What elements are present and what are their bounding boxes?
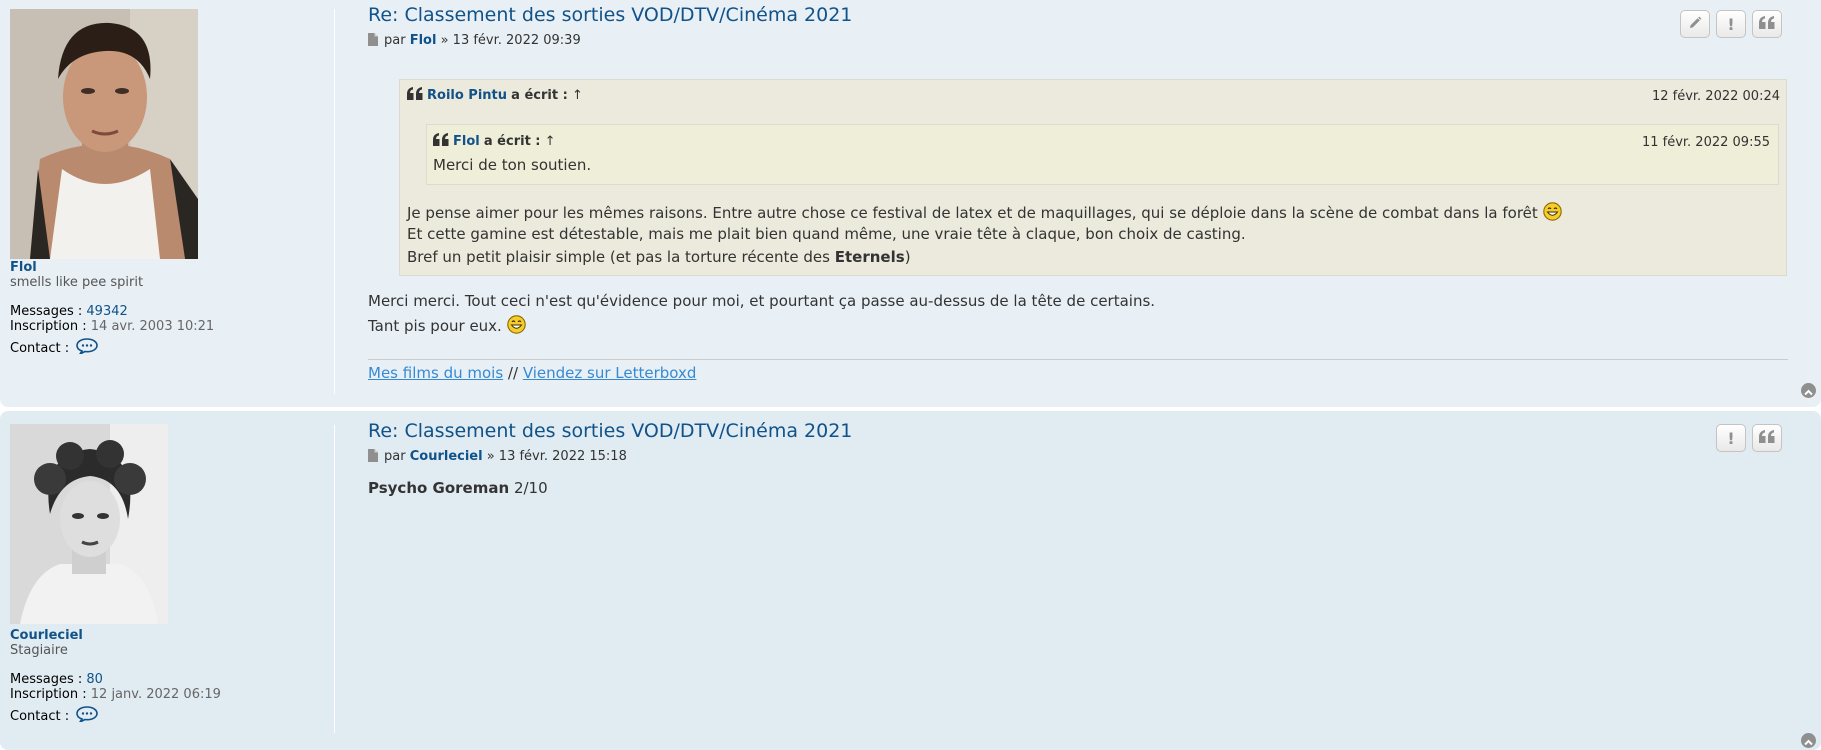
messages-link[interactable]: 49342	[86, 304, 127, 319]
exclamation-icon: !	[1727, 428, 1735, 448]
exclamation-icon: !	[1727, 14, 1735, 34]
nested-quote-author-link[interactable]: Flol	[453, 134, 480, 149]
nested-quote-source-link[interactable]: ↑	[545, 134, 556, 149]
quote-block: Roilo Pintu a écrit : ↑ 12 févr. 2022 00…	[399, 79, 1787, 276]
post-meta: par Flol » 13 févr. 2022 09:39	[368, 33, 581, 50]
post-profile: Courleciel Stagiaire Messages : 80 Inscr…	[10, 628, 300, 728]
quote-source-link[interactable]: ↑	[572, 88, 583, 103]
signature-divider	[368, 359, 1788, 360]
signature-link-films[interactable]: Mes films du mois	[368, 364, 503, 382]
laughing-smiley-icon	[506, 315, 526, 338]
post-flol: Flol smells like pee spirit Messages : 4…	[0, 0, 1821, 407]
quote-button[interactable]	[1752, 424, 1782, 452]
author-rank: Stagiaire	[10, 643, 68, 658]
signature-link-letterboxd[interactable]: Viendez sur Letterboxd	[523, 364, 697, 382]
chevron-up-icon	[1804, 382, 1813, 400]
pencil-icon	[1688, 15, 1702, 34]
column-divider	[334, 9, 335, 394]
quote-line-3: Bref un petit plaisir simple (et pas la …	[407, 248, 911, 266]
quote-header: Roilo Pintu a écrit : ↑	[407, 87, 583, 105]
back-to-top-button[interactable]	[1801, 733, 1816, 748]
meta-author-link[interactable]: Flol	[410, 33, 437, 48]
avatar[interactable]	[10, 9, 198, 259]
chat-bubble-icon[interactable]	[76, 338, 99, 359]
report-button[interactable]: !	[1716, 10, 1746, 38]
back-to-top-button[interactable]	[1801, 383, 1816, 398]
post-body-line-2: Tant pis pour eux.	[368, 315, 526, 338]
laughing-smiley-icon	[1542, 202, 1562, 225]
nested-quote-text: Merci de ton soutien.	[433, 156, 592, 174]
quote-icon	[433, 133, 449, 151]
post-title[interactable]: Re: Classement des sorties VOD/DTV/Ciném…	[368, 420, 852, 442]
nested-quote-date: 11 févr. 2022 09:55	[1641, 135, 1770, 150]
post-title[interactable]: Re: Classement des sorties VOD/DTV/Ciném…	[368, 4, 852, 26]
nested-quote-block: Flol a écrit : ↑ 11 févr. 2022 09:55 Mer…	[426, 124, 1779, 185]
messages-count: Messages : 49342	[10, 304, 128, 319]
avatar[interactable]	[10, 424, 168, 624]
meta-author-link[interactable]: Courleciel	[410, 449, 483, 464]
quote-date: 12 févr. 2022 00:24	[1651, 89, 1780, 104]
post-profile: Flol smells like pee spirit Messages : 4…	[10, 260, 300, 360]
contact-row: Contact :	[10, 338, 99, 359]
signature: Mes films du mois // Viendez sur Letterb…	[368, 364, 697, 382]
messages-count: Messages : 80	[10, 672, 103, 687]
messages-link[interactable]: 80	[86, 672, 103, 687]
file-icon[interactable]	[368, 33, 378, 50]
quote-icon	[407, 87, 423, 105]
file-icon[interactable]	[368, 449, 378, 466]
quote-author-link[interactable]: Roilo Pintu	[427, 88, 507, 103]
quote-button[interactable]	[1752, 10, 1782, 38]
author-name[interactable]: Flol	[10, 260, 37, 276]
edit-button[interactable]	[1680, 10, 1710, 38]
post-body-line-1: Merci merci. Tout ceci n'est qu'évidence…	[368, 292, 1156, 310]
contact-row: Contact :	[10, 706, 99, 727]
quote-line-1: Je pense aimer pour les mêmes raisons. E…	[407, 202, 1562, 225]
quote-icon	[1759, 429, 1775, 448]
join-date: Inscription : 12 janv. 2022 06:19	[10, 687, 221, 702]
post-meta: par Courleciel » 13 févr. 2022 15:18	[368, 449, 627, 466]
column-divider	[334, 425, 335, 733]
post-courleciel: Courleciel Stagiaire Messages : 80 Inscr…	[0, 411, 1821, 750]
quote-line-2: Et cette gamine est détestable, mais me …	[407, 225, 1246, 243]
report-button[interactable]: !	[1716, 424, 1746, 452]
author-rank: smells like pee spirit	[10, 275, 144, 290]
chat-bubble-icon[interactable]	[76, 706, 99, 727]
nested-quote-header: Flol a écrit : ↑	[433, 133, 556, 151]
quote-icon	[1759, 15, 1775, 34]
chevron-up-icon	[1804, 732, 1813, 750]
author-name[interactable]: Courleciel	[10, 628, 83, 644]
post-body: Psycho Goreman 2/10	[368, 479, 548, 497]
join-date: Inscription : 14 avr. 2003 10:21	[10, 319, 215, 334]
